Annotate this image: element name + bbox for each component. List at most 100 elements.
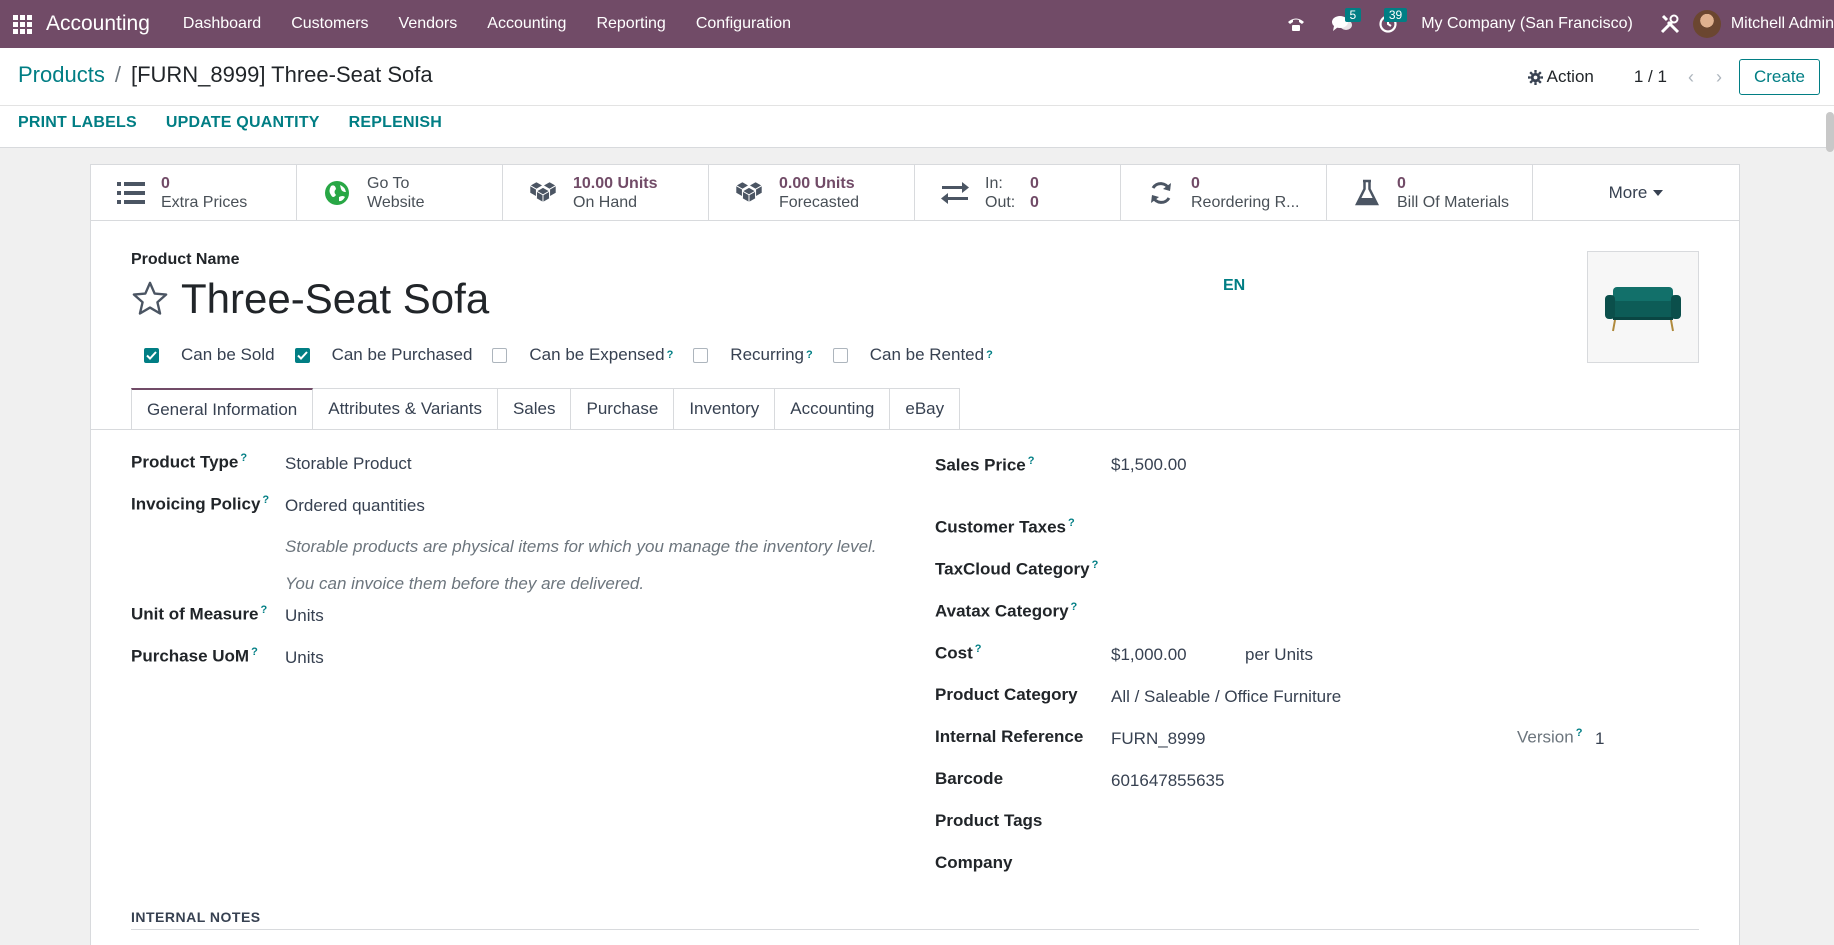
user-avatar[interactable]: [1692, 10, 1721, 38]
language-toggle[interactable]: EN: [1223, 277, 1245, 295]
tab-sales[interactable]: Sales: [497, 388, 572, 430]
favorite-star-icon[interactable]: [131, 280, 169, 318]
internal-reference-field[interactable]: FURN_8999: [1111, 729, 1206, 749]
tab-ebay[interactable]: eBay: [890, 388, 961, 430]
update-quantity-button[interactable]: UPDATE QUANTITY: [166, 114, 320, 132]
internal-notes-divider: [131, 929, 1699, 930]
go-to-website-button[interactable]: Go To Website: [297, 165, 503, 220]
extra-prices-button[interactable]: 0 Extra Prices: [91, 165, 297, 220]
website-line1: Go To: [367, 174, 410, 192]
product-options: Can be Sold Can be Purchased Can be Expe…: [144, 345, 1013, 365]
on-hand-button[interactable]: 10.00 Units On Hand: [503, 165, 709, 220]
customer-taxes-row: Customer Taxes?: [935, 517, 1075, 537]
can-be-purchased-label: Can be Purchased: [331, 345, 473, 364]
activities-icon[interactable]: 39: [1365, 0, 1411, 48]
help-tooltip-icon[interactable]: ?: [1068, 517, 1075, 529]
can-be-rented-checkbox[interactable]: Can be Rented?: [832, 345, 993, 365]
help-tooltip-icon[interactable]: ?: [1071, 601, 1078, 613]
tab-inventory[interactable]: Inventory: [674, 388, 776, 430]
invoicing-policy-select[interactable]: Ordered quantities: [285, 496, 425, 516]
tab-purchase[interactable]: Purchase: [571, 388, 675, 430]
help-tooltip-icon[interactable]: ?: [262, 494, 269, 506]
help-tooltip-icon[interactable]: ?: [1092, 559, 1099, 571]
help-tooltip-icon[interactable]: ?: [261, 604, 268, 616]
phone-icon[interactable]: [1273, 0, 1319, 48]
help-tooltip-icon[interactable]: ?: [240, 452, 247, 464]
tab-accounting[interactable]: Accounting: [775, 388, 891, 430]
taxcloud-category-label: TaxCloud Category: [935, 559, 1090, 579]
gear-icon: [1527, 69, 1543, 85]
help-tooltip-icon[interactable]: ?: [986, 349, 993, 361]
product-category-field[interactable]: All / Saleable / Office Furniture: [1111, 687, 1341, 707]
can-be-expensed-checkbox[interactable]: Can be Expensed?: [492, 345, 673, 365]
scrollbar[interactable]: [1826, 112, 1834, 152]
pager-value[interactable]: 1 / 1: [1634, 67, 1667, 87]
menu-dashboard[interactable]: Dashboard: [168, 0, 276, 48]
version-field[interactable]: 1: [1595, 729, 1604, 749]
can-be-expensed-label: Can be Expensed: [529, 345, 665, 364]
help-tooltip-icon[interactable]: ?: [806, 349, 813, 361]
product-image[interactable]: [1587, 251, 1699, 363]
pager-next-icon[interactable]: ›: [1705, 67, 1733, 88]
sales-price-field[interactable]: $1,500.00: [1111, 455, 1187, 475]
print-labels-button[interactable]: PRINT LABELS: [18, 114, 137, 132]
product-type-select[interactable]: Storable Product: [285, 454, 412, 474]
can-be-purchased-checkbox[interactable]: Can be Purchased: [294, 345, 473, 365]
forecasted-button[interactable]: 0.00 Units Forecasted: [709, 165, 915, 220]
cost-field[interactable]: $1,000.00: [1111, 645, 1187, 665]
pager-previous-icon[interactable]: ‹: [1677, 67, 1705, 88]
product-name-caption: Product Name: [131, 251, 240, 268]
checkbox-unchecked-icon[interactable]: [693, 347, 709, 363]
activities-badge: 39: [1383, 8, 1408, 22]
menu-configuration[interactable]: Configuration: [681, 0, 806, 48]
apps-menu-icon[interactable]: [0, 0, 44, 48]
checkbox-unchecked-icon[interactable]: [492, 347, 508, 363]
menu-reporting[interactable]: Reporting: [581, 0, 680, 48]
company-switcher[interactable]: My Company (San Francisco): [1411, 15, 1647, 33]
product-type-row: Product Type?: [131, 452, 247, 472]
exchange-icon: [939, 177, 971, 209]
main-menu: Dashboard Customers Vendors Accounting R…: [168, 0, 806, 48]
more-label: More: [1608, 182, 1648, 202]
menu-accounting[interactable]: Accounting: [472, 0, 581, 48]
bill-of-materials-button[interactable]: 0 Bill Of Materials: [1327, 165, 1533, 220]
uom-label: Unit of Measure: [131, 604, 259, 624]
in-out-button[interactable]: In: 0 Out: 0: [915, 165, 1121, 220]
product-name-input[interactable]: Three-Seat Sofa: [181, 275, 489, 323]
version-row: Version?: [1517, 727, 1582, 747]
help-tooltip-icon[interactable]: ?: [1028, 455, 1035, 467]
help-tooltip-icon[interactable]: ?: [1576, 727, 1583, 739]
barcode-field[interactable]: 601647855635: [1111, 771, 1224, 791]
sales-price-label: Sales Price: [935, 455, 1026, 475]
purchase-uom-field[interactable]: Units: [285, 648, 324, 668]
replenish-button[interactable]: REPLENISH: [349, 114, 442, 132]
control-panel: Products / [FURN_8999] Three-Seat Sofa A…: [0, 48, 1834, 148]
bom-value: 0: [1397, 174, 1406, 192]
reordering-value: 0: [1191, 174, 1200, 192]
checkbox-checked-icon[interactable]: [144, 347, 159, 363]
reordering-rules-button[interactable]: 0 Reordering R...: [1121, 165, 1327, 220]
checkbox-checked-icon[interactable]: [294, 347, 310, 363]
uom-field[interactable]: Units: [285, 606, 324, 626]
app-brand[interactable]: Accounting: [44, 12, 168, 36]
help-tooltip-icon[interactable]: ?: [251, 646, 258, 658]
tools-icon[interactable]: [1647, 0, 1693, 48]
menu-vendors[interactable]: Vendors: [384, 0, 473, 48]
messages-icon[interactable]: 5: [1319, 0, 1365, 48]
cost-row: Cost?: [935, 643, 982, 663]
taxcloud-category-row: TaxCloud Category?: [935, 559, 1098, 579]
tab-general-information[interactable]: General Information: [131, 388, 314, 430]
help-tooltip-icon[interactable]: ?: [667, 349, 674, 361]
more-button[interactable]: More: [1533, 165, 1739, 220]
breadcrumb-products[interactable]: Products: [18, 62, 105, 88]
checkbox-unchecked-icon[interactable]: [832, 347, 848, 363]
menu-customers[interactable]: Customers: [276, 0, 383, 48]
extra-prices-value: 0: [161, 174, 170, 192]
tab-attributes-variants[interactable]: Attributes & Variants: [313, 388, 498, 430]
help-tooltip-icon[interactable]: ?: [975, 643, 982, 655]
user-menu[interactable]: Mitchell Admin: [1731, 15, 1834, 33]
action-button[interactable]: Action: [1527, 67, 1594, 87]
create-button[interactable]: Create: [1738, 59, 1820, 95]
recurring-checkbox[interactable]: Recurring?: [693, 345, 813, 365]
can-be-sold-checkbox[interactable]: Can be Sold: [144, 345, 275, 365]
